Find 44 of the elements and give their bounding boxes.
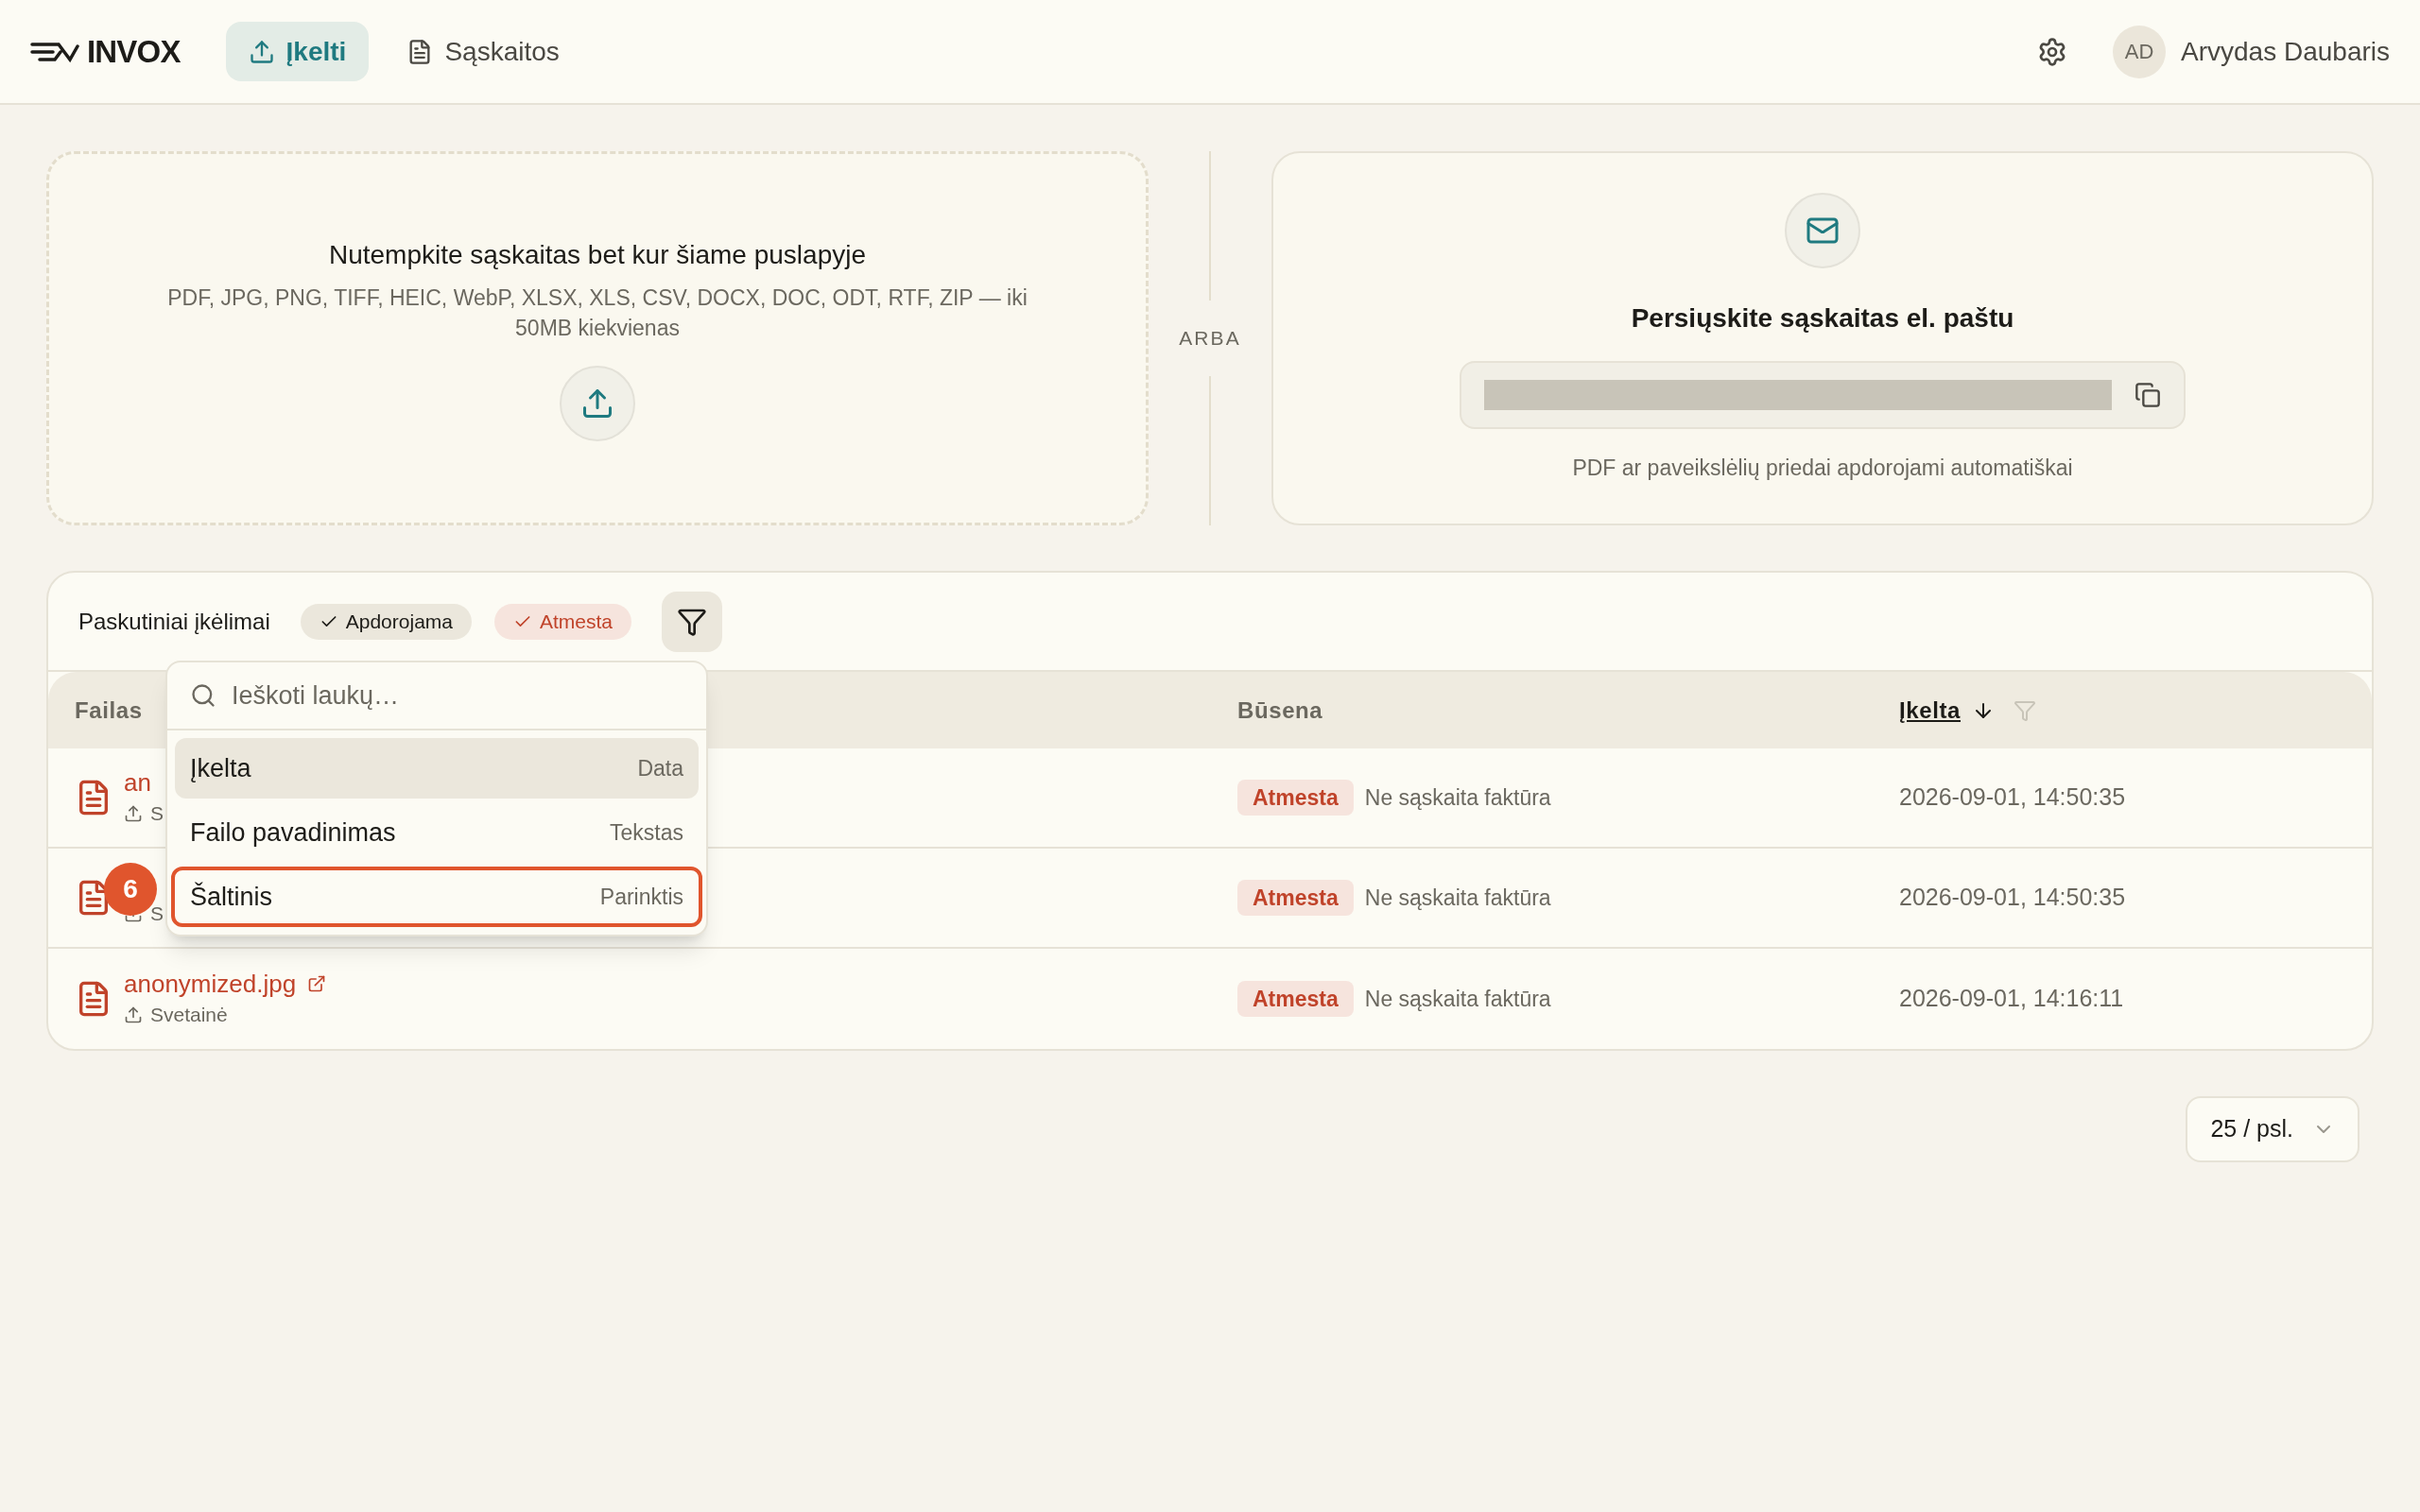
file-name-link[interactable]: anonymized.jpg <box>124 965 297 1003</box>
external-link-icon[interactable] <box>307 974 327 994</box>
upload-date: 2026-09-01, 14:50:35 <box>1899 782 2127 813</box>
page-size-select[interactable]: 25 / psl. <box>2186 1096 2360 1162</box>
email-card-title: Persiųskite sąskaitas el. paštu <box>1631 301 2014 335</box>
nav-tab[interactable]: Sąskaitos <box>384 22 582 81</box>
field-search-input[interactable]: Ieškoti laukų… <box>232 676 683 715</box>
drop-zone[interactable]: Nutempkite sąskaitas bet kur šiame puslapyje PDF, JPG, PNG, TIFF, HEIC, WebP, XLSX, XLS, CSV, DOCX, DOC, ODT, RTF, ZIP — iki 50MB kiekvienas <box>46 151 1149 525</box>
upload-icon <box>248 38 275 65</box>
file-source: Svetainė <box>150 1003 228 1028</box>
filter-button[interactable] <box>662 591 722 652</box>
status-reason: Ne sąskaita faktūra <box>1364 985 1551 1013</box>
field-menu-item[interactable]: Failo pavadinimas Tekstas <box>175 802 699 863</box>
email-address-field[interactable] <box>1460 360 2186 429</box>
column-header[interactable]: Būsena <box>1237 693 1323 728</box>
status-filter-chip[interactable]: Apdorojama <box>300 603 472 640</box>
upload-icon <box>124 1005 143 1024</box>
status-badge: Atmesta <box>1237 981 1354 1017</box>
search-icon <box>190 682 216 709</box>
email-note: PDF ar paveikslėlių priedai apdorojami automatiškai <box>1572 454 2073 482</box>
file-source: S <box>150 801 164 827</box>
logo-text: INVOX <box>87 32 181 71</box>
nav-tab[interactable]: Įkelti <box>225 22 370 81</box>
settings-icon[interactable] <box>2037 36 2067 67</box>
status-reason: Ne sąskaita faktūra <box>1364 783 1551 812</box>
status-reason: Ne sąskaita faktūra <box>1364 884 1551 912</box>
file-name-link[interactable]: an <box>124 764 151 801</box>
field-menu-item[interactable]: Įkelta Data <box>175 738 699 799</box>
avatar: AD <box>2113 25 2166 78</box>
user-name: Arvydas Daubaris <box>2181 35 2390 68</box>
upload-icon <box>124 804 143 823</box>
divider-label: ARBA <box>1179 326 1241 352</box>
column-header[interactable]: Įkelta <box>1899 693 1961 728</box>
column-header[interactable]: Failas <box>75 693 143 728</box>
uploads-title: Paskutiniai įkėlimai <box>78 607 270 636</box>
upload-date: 2026-09-01, 14:50:35 <box>1899 883 2127 913</box>
upload-date: 2026-09-01, 14:16:11 <box>1899 984 2125 1014</box>
status-badge: Atmesta <box>1237 880 1354 916</box>
supported-formats: PDF, JPG, PNG, TIFF, HEIC, WebP, XLSX, XLS, CSV, DOCX, DOC, ODT, RTF, ZIP — iki 50MB kiekvienas <box>166 284 1028 342</box>
status-badge: Atmesta <box>1237 780 1354 816</box>
copy-icon[interactable] <box>2135 381 2161 408</box>
status-filter-chip[interactable]: Atmesta <box>494 603 631 640</box>
drop-zone-title: Nutempkite sąskaitas bet kur šiame puslapyje <box>328 239 866 271</box>
field-menu-item[interactable]: Šaltinis Parinktis <box>171 867 702 927</box>
